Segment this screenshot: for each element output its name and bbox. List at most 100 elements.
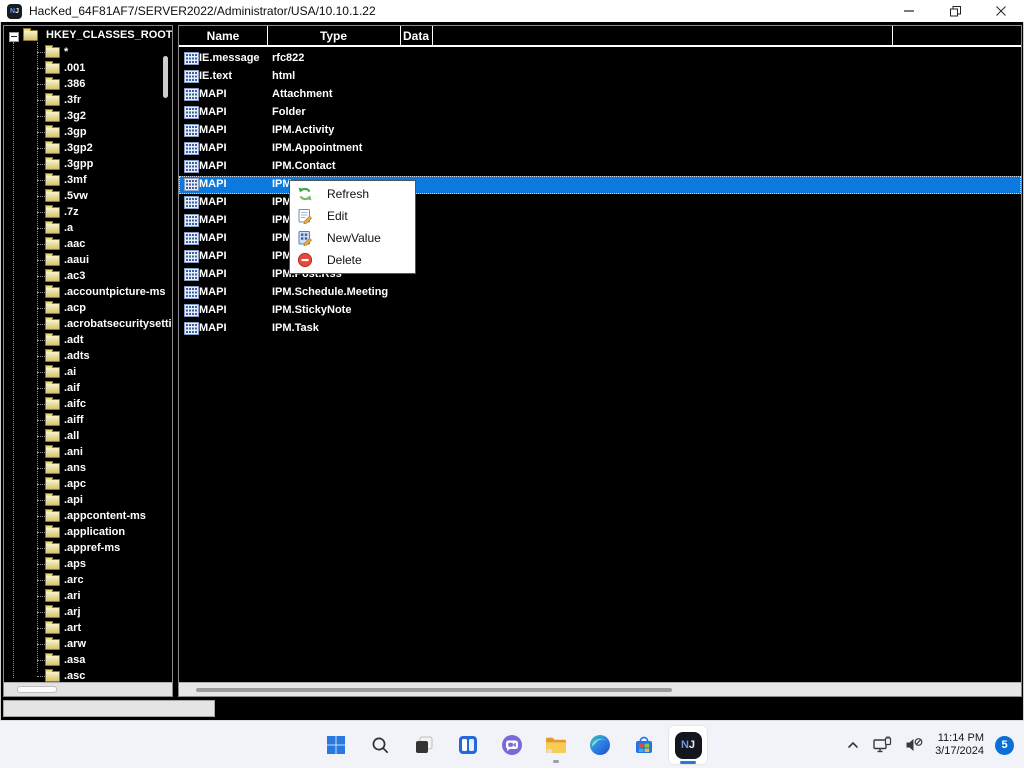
tree-item[interactable]: .aif — [4, 380, 160, 396]
tree-item[interactable]: .a — [4, 220, 160, 236]
tree-item[interactable]: .arj — [4, 604, 160, 620]
tree-item[interactable]: .aiff — [4, 412, 160, 428]
tree-item[interactable]: .appcontent-ms — [4, 508, 160, 524]
clock-date: 3/17/2024 — [935, 745, 984, 758]
tree-item[interactable]: .3gp — [4, 124, 160, 140]
microsoft-store-button[interactable] — [624, 725, 664, 765]
tree-item[interactable]: .001 — [4, 60, 160, 76]
table-row[interactable]: MAPI IPM.Appointment — [179, 140, 1021, 158]
registry-value-icon — [184, 268, 199, 281]
scrollbar-thumb[interactable] — [17, 686, 57, 693]
scrollbar-thumb[interactable] — [196, 688, 672, 692]
tree-item[interactable]: .3fr — [4, 92, 160, 108]
tree-item[interactable]: .5vw — [4, 188, 160, 204]
tree-item[interactable]: .adt — [4, 332, 160, 348]
table-row[interactable]: IE.text html — [179, 68, 1021, 86]
tree-horizontal-scrollbar[interactable] — [4, 682, 172, 696]
notification-badge[interactable]: 5 — [995, 736, 1014, 755]
tree-item[interactable]: * — [4, 44, 160, 60]
tree-item[interactable]: .art — [4, 620, 160, 636]
search-button[interactable] — [360, 725, 400, 765]
tree-item-label: .001 — [64, 62, 85, 74]
task-view-button[interactable] — [404, 725, 444, 765]
tree-item[interactable]: .ai — [4, 364, 160, 380]
njrat-client-button[interactable]: NJ — [668, 725, 708, 765]
scrollbar-thumb[interactable] — [163, 56, 168, 98]
folder-icon — [45, 271, 60, 282]
registry-value-icon — [184, 178, 199, 191]
collapse-expand-icon[interactable] — [9, 32, 19, 42]
tree-item[interactable]: .arw — [4, 636, 160, 652]
tree-item[interactable]: .ac3 — [4, 268, 160, 284]
tree-item[interactable]: .386 — [4, 76, 160, 92]
tree-item[interactable]: .ani — [4, 444, 160, 460]
tree-item[interactable]: .application — [4, 524, 160, 540]
tree-item[interactable]: .arc — [4, 572, 160, 588]
tree-item[interactable]: .3gpp — [4, 156, 160, 172]
list-horizontal-scrollbar[interactable] — [179, 682, 1021, 696]
table-row[interactable]: MAPI IPM.Schedule.Meeting — [179, 284, 1021, 302]
tree-item[interactable]: .aaui — [4, 252, 160, 268]
edge-button[interactable] — [580, 725, 620, 765]
tree-vertical-scrollbar[interactable] — [160, 28, 171, 676]
table-row[interactable]: MAPI IPM.Contact — [179, 158, 1021, 176]
table-row[interactable]: IE.message rfc822 — [179, 50, 1021, 68]
tree-item-label: .asc — [64, 670, 85, 682]
tree-item-label: .arj — [64, 606, 81, 618]
tree-root-node[interactable]: HKEY_CLASSES_ROOT — [4, 28, 172, 44]
volume-button[interactable] — [904, 735, 924, 755]
tree-item[interactable]: .ans — [4, 460, 160, 476]
table-row[interactable]: MAPI IPM.StickyNote — [179, 302, 1021, 320]
menu-item-new-value[interactable]: NewValue — [290, 227, 415, 249]
menu-item-edit[interactable]: Edit — [290, 205, 415, 227]
registry-value-icon — [184, 106, 199, 119]
tree-item[interactable]: .api — [4, 492, 160, 508]
widgets-button[interactable] — [448, 725, 488, 765]
tree-item[interactable]: .all — [4, 428, 160, 444]
table-row[interactable]: MAPI Folder — [179, 104, 1021, 122]
tree-item-label: .accountpicture-ms — [64, 286, 165, 298]
start-button[interactable] — [316, 725, 356, 765]
restore-button[interactable] — [932, 0, 978, 22]
tree-item[interactable]: .adts — [4, 348, 160, 364]
column-header-name[interactable]: Name — [179, 26, 267, 45]
value-type-cell: html — [272, 70, 295, 82]
table-row[interactable]: MAPI IPM.Task — [179, 320, 1021, 338]
tray-chevron-button[interactable] — [845, 737, 861, 753]
close-button[interactable] — [978, 0, 1024, 22]
clock-time: 11:14 PM — [935, 732, 984, 745]
tree-item[interactable]: .aac — [4, 236, 160, 252]
chat-button[interactable] — [492, 725, 532, 765]
value-name-cell: MAPI — [199, 232, 227, 244]
tree-item[interactable]: .ari — [4, 588, 160, 604]
column-header-data[interactable]: Data — [400, 26, 432, 45]
folder-icon — [45, 383, 60, 394]
tree-item[interactable]: .asa — [4, 652, 160, 668]
tree-item[interactable]: .3g2 — [4, 108, 160, 124]
minimize-button[interactable] — [886, 0, 932, 22]
tree-item[interactable]: .3gp2 — [4, 140, 160, 156]
tree-item[interactable]: .aps — [4, 556, 160, 572]
tree-item[interactable]: .apc — [4, 476, 160, 492]
tree-item-label: .appref-ms — [64, 542, 120, 554]
tree-item[interactable]: .accountpicture-ms — [4, 284, 160, 300]
table-row[interactable]: MAPI Attachment — [179, 86, 1021, 104]
registry-value-icon — [184, 70, 199, 83]
tree-item[interactable]: .aifc — [4, 396, 160, 412]
tree-item[interactable]: .appref-ms — [4, 540, 160, 556]
taskbar-clock[interactable]: 11:14 PM 3/17/2024 — [935, 732, 984, 758]
registry-value-icon — [184, 88, 199, 101]
table-row[interactable]: MAPI IPM.Activity — [179, 122, 1021, 140]
tree-item[interactable]: .acrobatsecuritysettings — [4, 316, 160, 332]
column-header-type[interactable]: Type — [267, 26, 400, 45]
tree-item[interactable]: .7z — [4, 204, 160, 220]
network-button[interactable] — [872, 735, 893, 755]
folder-icon — [45, 47, 60, 58]
tree-item[interactable]: .acp — [4, 300, 160, 316]
menu-item-delete[interactable]: Delete — [290, 249, 415, 271]
menu-item-refresh[interactable]: Refresh — [290, 183, 415, 205]
tree-item[interactable]: .3mf — [4, 172, 160, 188]
folder-icon — [45, 79, 60, 90]
value-name-cell: MAPI — [199, 268, 227, 280]
file-explorer-button[interactable] — [536, 725, 576, 765]
